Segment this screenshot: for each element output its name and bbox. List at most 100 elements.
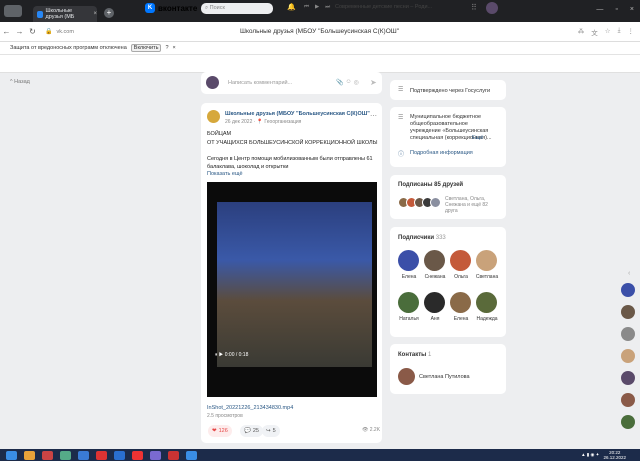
minimize-button[interactable]: — <box>596 6 603 13</box>
new-tab-button[interactable]: + <box>104 8 114 18</box>
extensions-icon[interactable]: ⁂ <box>578 27 585 37</box>
now-playing-track[interactable]: Современные детские песни – Роди... <box>335 4 432 10</box>
tray-icons[interactable]: ▲ ▮ ◉ ✦ <box>581 452 599 458</box>
subscriber-avatar[interactable] <box>476 292 497 313</box>
taskbar-app-icon[interactable] <box>168 450 179 460</box>
taskbar-app-icon[interactable] <box>78 450 89 460</box>
repost-icon: ↪ <box>266 428 271 434</box>
attach-icon[interactable]: 📎 <box>336 79 343 86</box>
url-field[interactable]: 🔒 vk.com <box>45 28 74 36</box>
photo-icon[interactable]: ◎ <box>354 79 359 86</box>
friends-header[interactable]: Подписаны 85 друзей <box>398 182 463 188</box>
browser-profile-icon[interactable] <box>4 5 22 17</box>
menu-icon[interactable]: ⋮ <box>628 27 635 37</box>
vk-header <box>0 55 640 73</box>
post-text-line: БОЙЦАМ <box>207 131 232 137</box>
prev-track-icon[interactable]: ⏮ <box>304 4 309 11</box>
contact-avatar[interactable] <box>398 368 415 385</box>
verified-icon: ☰ <box>398 87 404 93</box>
comment-input[interactable]: Написать комментарий... <box>228 80 292 86</box>
taskbar-app-icon[interactable] <box>60 450 71 460</box>
audio-player-controls: ⏮ ▶ ⏭ <box>304 4 330 11</box>
contact-name[interactable]: Светлана Путилова <box>419 374 470 380</box>
video-views: 2.5 просмотров <box>207 413 243 419</box>
taskbar-app-icon[interactable] <box>150 450 161 460</box>
maximize-button[interactable]: ▫ <box>615 6 617 13</box>
subscriber-avatar[interactable] <box>424 250 445 271</box>
chat-avatar[interactable] <box>621 415 635 429</box>
taskbar-app-icon[interactable] <box>132 450 143 460</box>
rail-collapse-icon[interactable]: ‹ <box>628 270 630 277</box>
contacts-header[interactable]: Контакты 1 <box>398 352 431 358</box>
vk-search-input[interactable]: ⌕ Поиск <box>201 3 273 14</box>
description-more-link[interactable]: Ещё <box>472 135 483 141</box>
chat-avatar[interactable] <box>621 393 635 407</box>
reload-icon[interactable]: ↻ <box>26 27 39 36</box>
subscriber-name[interactable]: Надежда <box>472 316 502 322</box>
help-icon[interactable]: ? <box>165 45 168 51</box>
subscribers-header[interactable]: Подписчики 333 <box>398 235 446 241</box>
taskbar-app-icon[interactable] <box>114 450 125 460</box>
friend-avatar[interactable] <box>430 197 441 208</box>
comment-count: 25 <box>252 428 259 434</box>
taskbar-app-icon[interactable] <box>24 450 35 460</box>
chat-avatar[interactable] <box>621 371 635 385</box>
post-text-line: ОТ УЧАЩИХСЯ БОЛЬШЕУСИНСКОЙ КОРРЕКЦИОННОЙ… <box>207 140 378 146</box>
chat-avatar[interactable] <box>621 283 635 297</box>
post-views: 👁 2.2K <box>362 427 380 433</box>
translate-icon[interactable]: 文 <box>591 27 598 37</box>
notifications-bell-icon[interactable]: 🔔 <box>287 3 296 11</box>
send-icon[interactable]: ➤ <box>370 78 377 87</box>
friends-names[interactable]: Светлана, Ольга, Снежана и ещё 82 друга <box>445 196 501 214</box>
next-track-icon[interactable]: ⏭ <box>325 4 330 11</box>
apps-grid-icon[interactable]: ⠿ <box>471 3 477 12</box>
repost-button[interactable]: ↪ 5 <box>262 425 280 437</box>
like-button[interactable]: ❤ 126 <box>208 425 232 437</box>
subscriber-avatar[interactable] <box>450 292 471 313</box>
subscriber-avatar[interactable] <box>398 292 419 313</box>
downloads-icon[interactable]: ⤓ <box>618 27 621 37</box>
comment-button[interactable]: 💬 25 <box>240 425 263 437</box>
info-list-icon: ☰ <box>398 115 404 121</box>
back-arrow-icon[interactable]: ← <box>0 27 13 36</box>
chat-avatar[interactable] <box>621 349 635 363</box>
back-link[interactable]: ^ Назад <box>10 79 30 85</box>
comment-icon: 💬 <box>244 428 251 434</box>
enable-protection-button[interactable]: Включить <box>130 44 162 52</box>
subscribers-count: 333 <box>435 235 446 241</box>
emoji-icon[interactable]: ☺ <box>345 79 351 86</box>
start-button[interactable] <box>6 450 17 460</box>
video-time[interactable]: ⏸ ▶ 0:00 / 0:18 <box>215 352 248 358</box>
forward-arrow-icon[interactable]: → <box>13 27 26 36</box>
notice-close-icon[interactable]: × <box>173 45 176 51</box>
close-window-button[interactable]: × <box>630 6 634 13</box>
chat-avatar[interactable] <box>621 305 635 319</box>
heart-icon: ❤ <box>212 428 217 434</box>
community-avatar[interactable] <box>207 110 220 123</box>
vk-logo[interactable]: K вконтакте <box>145 3 197 13</box>
subscriber-avatar[interactable] <box>476 250 497 271</box>
taskbar-app-icon[interactable] <box>42 450 53 460</box>
more-info-link[interactable]: Подробная информация <box>410 150 473 156</box>
subscriber-avatar[interactable] <box>424 292 445 313</box>
clock[interactable]: 20:22 26.12.2022 <box>603 450 626 460</box>
taskbar-app-icon[interactable] <box>96 450 107 460</box>
video-player[interactable]: ⏸ ▶ 0:00 / 0:18 <box>207 182 377 397</box>
video-title[interactable]: InShot_20221226_213434830.mp4 <box>207 405 293 411</box>
play-icon[interactable]: ▶ <box>315 4 319 11</box>
show-more-link[interactable]: Показать ещё <box>207 171 243 177</box>
gosuslugi-text[interactable]: Подтверждено через Госуслуги <box>410 88 490 94</box>
post-menu-icon[interactable]: ⋯ <box>370 112 377 120</box>
post-author[interactable]: Школьные друзья (МБОУ "Большеусинская С(… <box>225 111 370 117</box>
subscriber-avatar[interactable] <box>450 250 471 271</box>
taskbar-app-icon[interactable] <box>186 450 197 460</box>
tab-vk[interactable]: Школьные друзья (МБ × <box>33 6 97 22</box>
bookmark-icon[interactable]: ☆ <box>605 27 611 37</box>
subscriber-avatar[interactable] <box>398 250 419 271</box>
tab-title: Школьные друзья (МБ <box>45 8 75 20</box>
chat-avatar[interactable] <box>621 327 635 341</box>
tab-close-icon[interactable]: × <box>93 11 97 17</box>
subscriber-name[interactable]: Светлана <box>472 274 502 280</box>
post-date[interactable]: 26 дек 2022 · 📍 Геоорганизация <box>225 119 301 125</box>
user-avatar[interactable] <box>486 2 498 14</box>
